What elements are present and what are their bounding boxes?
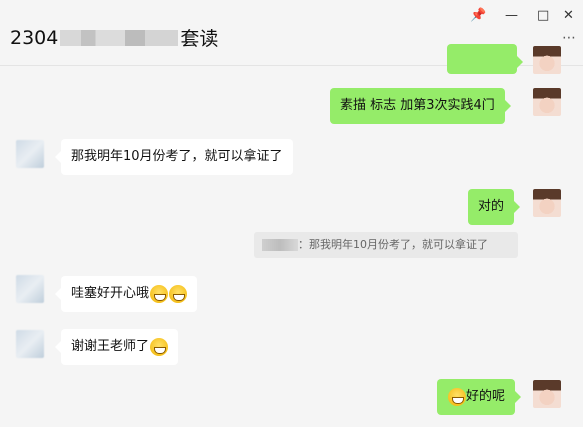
message-text: 那我明年10月份考了，就可以拿证了	[71, 149, 283, 164]
my-avatar[interactable]	[533, 88, 561, 116]
quoted-message[interactable]: ：那我明年10月份考了，就可以拿证了	[254, 232, 518, 258]
chat-title: 2304 套读	[10, 24, 218, 51]
redacted-name	[60, 29, 179, 46]
minimize-icon[interactable]: —	[505, 8, 518, 23]
chat-title-suffix: 套读	[180, 28, 219, 50]
maximize-icon[interactable]: □	[537, 8, 549, 23]
message-text: 谢谢王老师了	[71, 339, 150, 354]
grin-emoji-icon	[169, 284, 188, 303]
message-text: 好的呢	[466, 389, 506, 404]
message-bubble-2[interactable]: 那我明年10月份考了，就可以拿证了	[55, 139, 293, 175]
chat-title-prefix: 2304	[10, 26, 59, 49]
my-avatar[interactable]	[533, 189, 561, 217]
close-icon[interactable]: ✕	[563, 8, 574, 23]
message-text: 素描 标志 加第3次实践4门	[340, 98, 495, 113]
my-avatar[interactable]	[533, 46, 561, 74]
message-bubble-6[interactable]: 好的呢	[437, 379, 522, 415]
contact-avatar[interactable]	[16, 140, 44, 168]
message-bubble-1[interactable]: 素描 标志 加第3次实践4门	[330, 88, 511, 124]
message-bubble-5[interactable]: 谢谢王老师了	[54, 329, 179, 365]
contact-avatar[interactable]	[16, 330, 44, 358]
contact-avatar[interactable]	[16, 275, 44, 303]
grin-emoji-icon	[150, 337, 169, 356]
previous-bubble[interactable]	[447, 44, 523, 74]
more-icon[interactable]: ⋯	[562, 30, 577, 46]
redacted-name	[262, 239, 298, 251]
quoted-text: ：那我明年10月份考了，就可以拿证了	[298, 238, 488, 251]
message-bubble-4[interactable]: 哇塞好开心哦	[54, 276, 198, 312]
grin-emoji-icon	[150, 284, 169, 303]
message-text: 对的	[478, 199, 505, 214]
message-text: 哇塞好开心哦	[71, 286, 150, 301]
my-avatar[interactable]	[533, 380, 561, 408]
pin-icon[interactable]: 📌	[470, 8, 486, 23]
smile-emoji-icon	[448, 387, 466, 406]
message-bubble-3[interactable]: 对的	[468, 189, 521, 225]
